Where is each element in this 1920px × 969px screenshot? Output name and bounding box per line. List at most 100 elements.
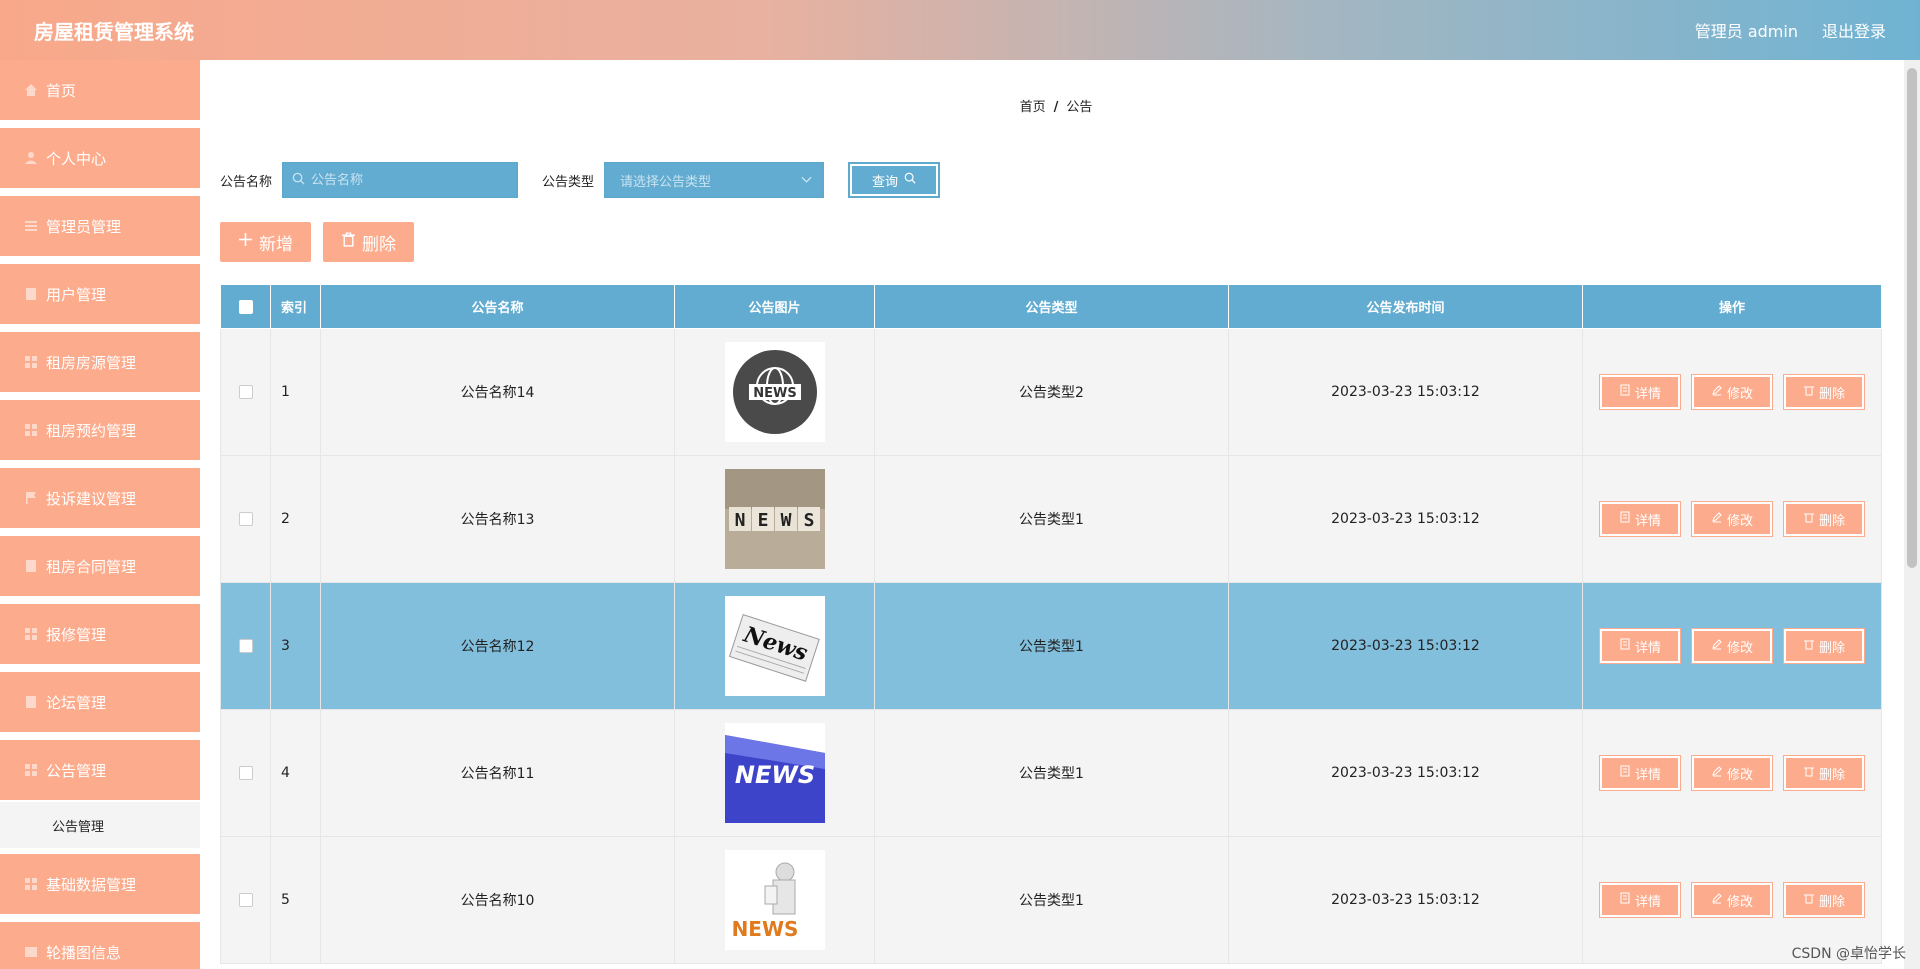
search-icon — [904, 172, 916, 188]
edit-button[interactable]: 修改 — [1691, 755, 1773, 791]
detail-button[interactable]: 详情 — [1599, 501, 1681, 537]
sidebar-item-label: 用户管理 — [46, 285, 107, 304]
sidebar-item-listings[interactable]: 租房房源管理 — [0, 332, 200, 394]
pencil-icon — [1711, 511, 1723, 527]
table-row[interactable]: 2 公告名称13 N E W S 公告类型1 2023-03-23 15:03:… — [220, 455, 1882, 583]
folder-icon — [24, 695, 38, 709]
row-checkbox[interactable] — [238, 512, 253, 526]
grid-icon — [24, 763, 38, 777]
row-checkbox[interactable] — [238, 893, 253, 907]
delete-label: 删除 — [1818, 767, 1845, 783]
row-checkbox[interactable] — [238, 766, 253, 780]
sidebar-item-announcements[interactable]: 公告管理 — [0, 740, 200, 802]
sidebar-item-home[interactable]: 首页 — [0, 60, 200, 122]
edit-button[interactable]: 修改 — [1691, 374, 1773, 410]
row-name: 公告名称10 — [320, 836, 675, 964]
sidebar-item-label: 租房合同管理 — [46, 557, 137, 576]
table-row[interactable]: 4 公告名称11 NEWS 公告类型1 2023-03-23 15:03:12 … — [220, 709, 1882, 837]
page-scrollbar[interactable] — [1904, 60, 1920, 969]
table-row[interactable]: 5 公告名称10 NEWS 公告类型1 2023-03-23 15:03:12 — [220, 836, 1882, 964]
row-time: 2023-03-23 15:03:12 — [1228, 582, 1583, 710]
sidebar-item-label: 论坛管理 — [46, 693, 107, 712]
sidebar-item-repairs[interactable]: 报修管理 — [0, 604, 200, 666]
row-checkbox[interactable] — [238, 639, 253, 653]
delete-button[interactable]: 删除 — [1783, 755, 1865, 791]
news-key-image: NEWS — [724, 723, 825, 823]
row-checkbox[interactable] — [238, 385, 253, 399]
type-select-placeholder: 请选择公告类型 — [620, 174, 712, 190]
folder-icon — [24, 287, 38, 301]
detail-label: 详情 — [1634, 894, 1661, 910]
table-row[interactable]: 1 公告名称14 NEWS 公告类型2 2023-03-23 15:03:12 — [220, 328, 1882, 456]
row-actions: 详情 修改 删除 — [1582, 709, 1882, 837]
sidebar-item-complaints[interactable]: 投诉建议管理 — [0, 468, 200, 530]
type-select[interactable]: 请选择公告类型 — [604, 162, 825, 198]
detail-label: 详情 — [1634, 640, 1661, 656]
sidebar-subitem-announcements[interactable]: 公告管理 — [0, 802, 200, 848]
detail-button[interactable]: 详情 — [1599, 882, 1681, 918]
svg-text:NEWS: NEWS — [731, 917, 798, 941]
add-button[interactable]: 新增 — [220, 222, 311, 262]
row-time: 2023-03-23 15:03:12 — [1228, 328, 1583, 456]
home-icon — [24, 83, 38, 97]
sidebar-item-admin[interactable]: 管理员管理 — [0, 196, 200, 258]
detail-button[interactable]: 详情 — [1599, 374, 1681, 410]
search-bar: 公告名称 公告类型 请选择公告类型 查询 — [220, 162, 941, 198]
trash-icon — [1803, 384, 1815, 400]
watermark: CSDN @卓怡学长 — [1791, 946, 1906, 962]
col-name: 公告名称 — [320, 284, 675, 329]
col-image: 公告图片 — [674, 284, 875, 329]
batch-delete-button[interactable]: 删除 — [323, 222, 414, 262]
trash-icon — [1803, 892, 1815, 908]
select-all-checkbox[interactable] — [238, 299, 253, 314]
svg-text:NEWS: NEWS — [753, 386, 796, 401]
action-bar: 新增 删除 — [220, 222, 414, 262]
row-name: 公告名称11 — [320, 709, 675, 837]
header-user-area: 管理员 admin 退出登录 — [1695, 18, 1886, 42]
row-index: 1 — [270, 328, 321, 456]
row-time: 2023-03-23 15:03:12 — [1228, 709, 1583, 837]
scrollbar-thumb[interactable] — [1907, 68, 1917, 568]
detail-button[interactable]: 详情 — [1599, 755, 1681, 791]
delete-button[interactable]: 删除 — [1783, 628, 1865, 664]
table-row[interactable]: 3 公告名称12 News 公告类型1 2023-03-23 15:03:12 … — [220, 582, 1882, 710]
delete-button[interactable]: 删除 — [1783, 501, 1865, 537]
sidebar-item-label: 基础数据管理 — [46, 875, 137, 894]
row-image-cell: N E W S — [674, 455, 875, 583]
row-index: 2 — [270, 455, 321, 583]
sidebar-item-forum[interactable]: 论坛管理 — [0, 672, 200, 734]
sidebar-item-contracts[interactable]: 租房合同管理 — [0, 536, 200, 598]
batch-delete-label: 删除 — [362, 234, 396, 255]
edit-button[interactable]: 修改 — [1691, 628, 1773, 664]
row-time: 2023-03-23 15:03:12 — [1228, 836, 1583, 964]
svg-text:N: N — [734, 510, 745, 531]
pencil-icon — [1711, 638, 1723, 654]
row-index: 5 — [270, 836, 321, 964]
sidebar-item-base-data[interactable]: 基础数据管理 — [0, 854, 200, 916]
sidebar-item-reservations[interactable]: 租房预约管理 — [0, 400, 200, 462]
sidebar-item-label: 轮播图信息 — [46, 943, 122, 962]
query-button[interactable]: 查询 — [848, 162, 941, 198]
sidebar-item-users[interactable]: 用户管理 — [0, 264, 200, 326]
edit-button[interactable]: 修改 — [1691, 882, 1773, 918]
name-filter-field[interactable] — [282, 162, 519, 198]
flag-icon — [24, 491, 38, 505]
edit-label: 修改 — [1726, 894, 1753, 910]
row-actions: 详情 修改 删除 — [1582, 582, 1882, 710]
detail-button[interactable]: 详情 — [1599, 628, 1681, 664]
edit-button[interactable]: 修改 — [1691, 501, 1773, 537]
name-search-input[interactable] — [311, 172, 502, 188]
sidebar-item-profile[interactable]: 个人中心 — [0, 128, 200, 190]
delete-button[interactable]: 删除 — [1783, 882, 1865, 918]
edit-label: 修改 — [1726, 513, 1753, 529]
sidebar-item-carousel[interactable]: 轮播图信息 — [0, 922, 200, 969]
user-label[interactable]: 管理员 admin — [1695, 18, 1798, 42]
grid-icon — [24, 877, 38, 891]
edit-label: 修改 — [1726, 640, 1753, 656]
grid-icon — [24, 627, 38, 641]
logout-button[interactable]: 退出登录 — [1822, 18, 1886, 42]
delete-button[interactable]: 删除 — [1783, 374, 1865, 410]
row-type: 公告类型1 — [874, 455, 1229, 583]
edit-label: 修改 — [1726, 767, 1753, 783]
breadcrumb-home[interactable]: 首页 — [1020, 100, 1046, 115]
